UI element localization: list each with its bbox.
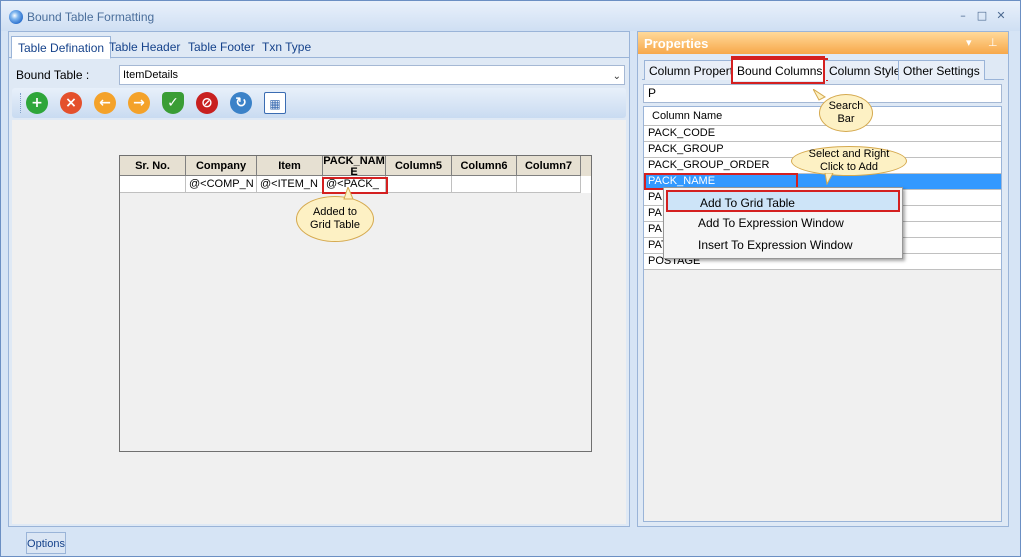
callout-select-right-click: Select and Right Click to Add bbox=[791, 146, 907, 176]
properties-title: Properties bbox=[644, 36, 709, 51]
tab-other-settings[interactable]: Other Settings bbox=[898, 60, 985, 80]
left-tab-strip: Table Defination Table Header Table Foot… bbox=[9, 36, 629, 59]
grid-cell[interactable]: @<ITEM_N bbox=[257, 176, 323, 193]
menu-add-to-grid-table[interactable]: Add To Grid Table bbox=[666, 190, 900, 212]
tab-table-footer[interactable]: Table Footer bbox=[182, 36, 261, 58]
bound-table-label: Bound Table : bbox=[16, 68, 90, 82]
panel-dropdown-icon[interactable]: ▾ bbox=[966, 36, 972, 49]
menu-insert-to-expression-window[interactable]: Insert To Expression Window bbox=[666, 234, 900, 256]
list-item[interactable]: PACK_CODE bbox=[644, 126, 1001, 142]
callout-select-tail bbox=[824, 173, 834, 185]
callout-added-text: Added to Grid Table bbox=[310, 206, 360, 231]
grid-header-cell[interactable]: Column7 bbox=[517, 156, 581, 176]
callout-added-to-grid: Added to Grid Table bbox=[296, 196, 374, 242]
close-button[interactable]: ✕ bbox=[994, 9, 1008, 23]
minimize-button[interactable]: – bbox=[956, 9, 970, 23]
bound-table-value: ItemDetails bbox=[123, 69, 179, 81]
window-title: Bound Table Formatting bbox=[27, 10, 155, 24]
grid-design-area: Sr. No. Company Item PACK_NAME Column5 C… bbox=[12, 120, 626, 524]
pin-icon[interactable]: ⊥ bbox=[988, 36, 998, 49]
bound-table-select[interactable]: ItemDetails ⌄ bbox=[119, 65, 625, 85]
arrow-right-icon[interactable]: → bbox=[128, 92, 150, 114]
grid-header-cell[interactable]: Item bbox=[257, 156, 323, 176]
stop-icon[interactable]: ⊘ bbox=[196, 92, 218, 114]
grid-header-cell[interactable]: Company bbox=[186, 156, 257, 176]
grid-header-cell[interactable]: Column5 bbox=[386, 156, 452, 176]
grid-cell[interactable] bbox=[452, 176, 517, 193]
grid-header-cell[interactable]: Sr. No. bbox=[120, 156, 186, 176]
refresh-icon[interactable]: ↻ bbox=[230, 92, 252, 114]
app-window: Bound Table Formatting – □ ✕ Table Defin… bbox=[0, 0, 1021, 557]
add-icon[interactable]: + bbox=[26, 92, 48, 114]
grid-cell[interactable] bbox=[120, 176, 186, 193]
grid-cell[interactable] bbox=[517, 176, 581, 193]
context-menu: Add To Grid Table Add To Expression Wind… bbox=[663, 187, 903, 259]
callout-select-text: Select and Right Click to Add bbox=[808, 148, 890, 173]
arrow-left-icon[interactable]: ← bbox=[94, 92, 116, 114]
callout-search-tail bbox=[813, 89, 826, 101]
grid-cell[interactable]: @<COMP_N bbox=[186, 176, 257, 193]
menu-add-to-expression-window[interactable]: Add To Expression Window bbox=[666, 212, 900, 234]
bound-columns-tab-highlight bbox=[731, 56, 825, 84]
tab-txn-type[interactable]: Txn Type bbox=[256, 36, 317, 58]
delete-icon[interactable]: × bbox=[60, 92, 82, 114]
grid-cell[interactable] bbox=[386, 176, 452, 193]
callout-search-bar: Search Bar bbox=[819, 94, 873, 132]
properties-header: Properties ▾ ⊥ bbox=[638, 32, 1008, 54]
toolbar: + × ← → ✓ ⊘ ↻ ▦ bbox=[12, 88, 626, 118]
tab-column-style[interactable]: Column Style bbox=[824, 60, 906, 80]
table-definition-panel: Table Defination Table Header Table Foot… bbox=[8, 31, 630, 527]
tab-table-header[interactable]: Table Header bbox=[103, 36, 186, 58]
tab-table-defination[interactable]: Table Defination bbox=[11, 36, 112, 59]
app-icon bbox=[9, 10, 23, 24]
chevron-down-icon: ⌄ bbox=[612, 71, 621, 82]
grid-header-cell[interactable]: PACK_NAME bbox=[323, 156, 386, 176]
toolbar-grip bbox=[20, 93, 22, 113]
shield-check-icon[interactable]: ✓ bbox=[162, 92, 184, 114]
title-bar: Bound Table Formatting – □ ✕ bbox=[1, 1, 1020, 31]
maximize-button[interactable]: □ bbox=[975, 9, 989, 23]
callout-search-text: Search Bar bbox=[828, 100, 864, 125]
layout-icon[interactable]: ▦ bbox=[264, 92, 286, 114]
options-button[interactable]: Options bbox=[26, 532, 66, 554]
tab-column-property[interactable]: Column Property bbox=[644, 60, 745, 80]
grid-header-cell[interactable]: Column6 bbox=[452, 156, 517, 176]
grid-header-row: Sr. No. Company Item PACK_NAME Column5 C… bbox=[120, 156, 591, 176]
callout-added-tail bbox=[343, 187, 354, 200]
